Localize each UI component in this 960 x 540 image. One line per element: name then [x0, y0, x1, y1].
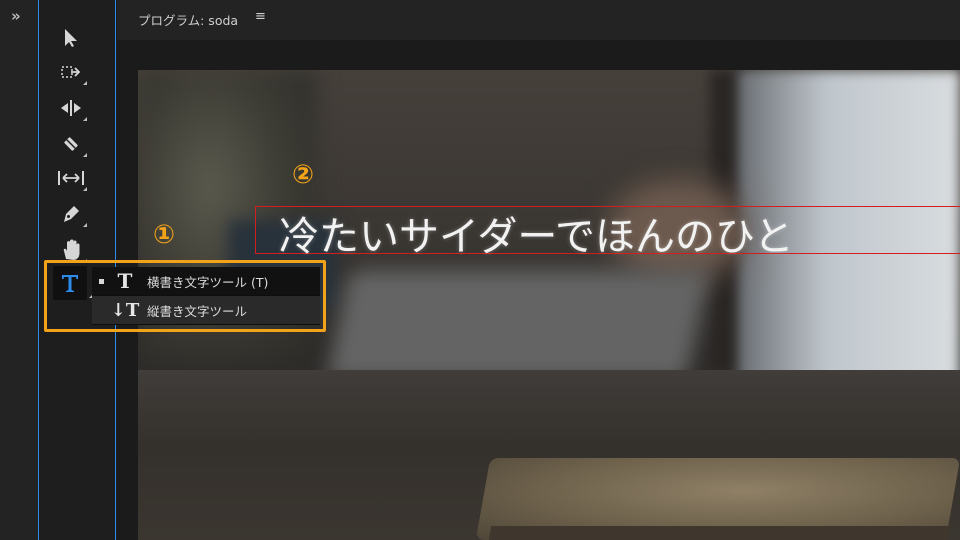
annotation-marker-2: ②: [292, 160, 315, 190]
background-laptop: [326, 270, 710, 380]
vertical-type-tool-item[interactable]: ↓T 縦書き文字ツール: [92, 296, 320, 324]
track-select-icon: [61, 66, 81, 78]
vertical-type-icon: ↓T: [110, 299, 140, 321]
hand-icon: [63, 239, 80, 260]
caption-text: 冷たいサイダーでほんのひと: [279, 214, 794, 260]
horizontal-type-label: 横書き文字ツール (T): [147, 274, 269, 290]
panel-menu-icon[interactable]: ≡: [255, 9, 266, 24]
annotation-marker-1: ①: [153, 220, 176, 250]
cork-coaster-edge: [488, 526, 952, 540]
program-monitor-title[interactable]: プログラム: soda: [138, 10, 238, 29]
ripple-edit-tool[interactable]: [55, 94, 87, 122]
left-dock-strip: »: [0, 0, 38, 540]
submenu-indicator-icon: [83, 81, 87, 85]
submenu-indicator-icon: [83, 153, 87, 157]
razor-icon: [64, 137, 78, 151]
selection-tool[interactable]: [55, 24, 87, 52]
pen-icon: [64, 206, 79, 222]
arrow-cursor-icon: [65, 29, 77, 47]
submenu-indicator-icon: [83, 223, 87, 227]
submenu-indicator-icon: [83, 187, 87, 191]
type-tool-flyout-menu: T 横書き文字ツール (T) ↓T 縦書き文字ツール: [92, 267, 320, 325]
slip-tool[interactable]: [55, 164, 87, 192]
submenu-indicator-icon: [83, 117, 87, 121]
selected-bullet-icon: [99, 278, 104, 284]
program-monitor-header: プログラム: soda ≡: [117, 0, 960, 40]
vertical-type-label: 縦書き文字ツール: [147, 303, 248, 319]
caption-text-box[interactable]: 冷たいサイダーでほんのひと: [255, 206, 960, 260]
horizontal-type-icon: T: [117, 269, 133, 293]
track-select-forward-tool[interactable]: [55, 58, 87, 86]
pen-tool[interactable]: [55, 200, 87, 228]
horizontal-type-tool-item[interactable]: T 横書き文字ツール (T): [92, 267, 320, 295]
ripple-edit-icon: [61, 100, 81, 116]
slip-icon: [58, 171, 84, 185]
expand-panels-button[interactable]: »: [11, 7, 21, 25]
razor-tool[interactable]: [55, 130, 87, 158]
